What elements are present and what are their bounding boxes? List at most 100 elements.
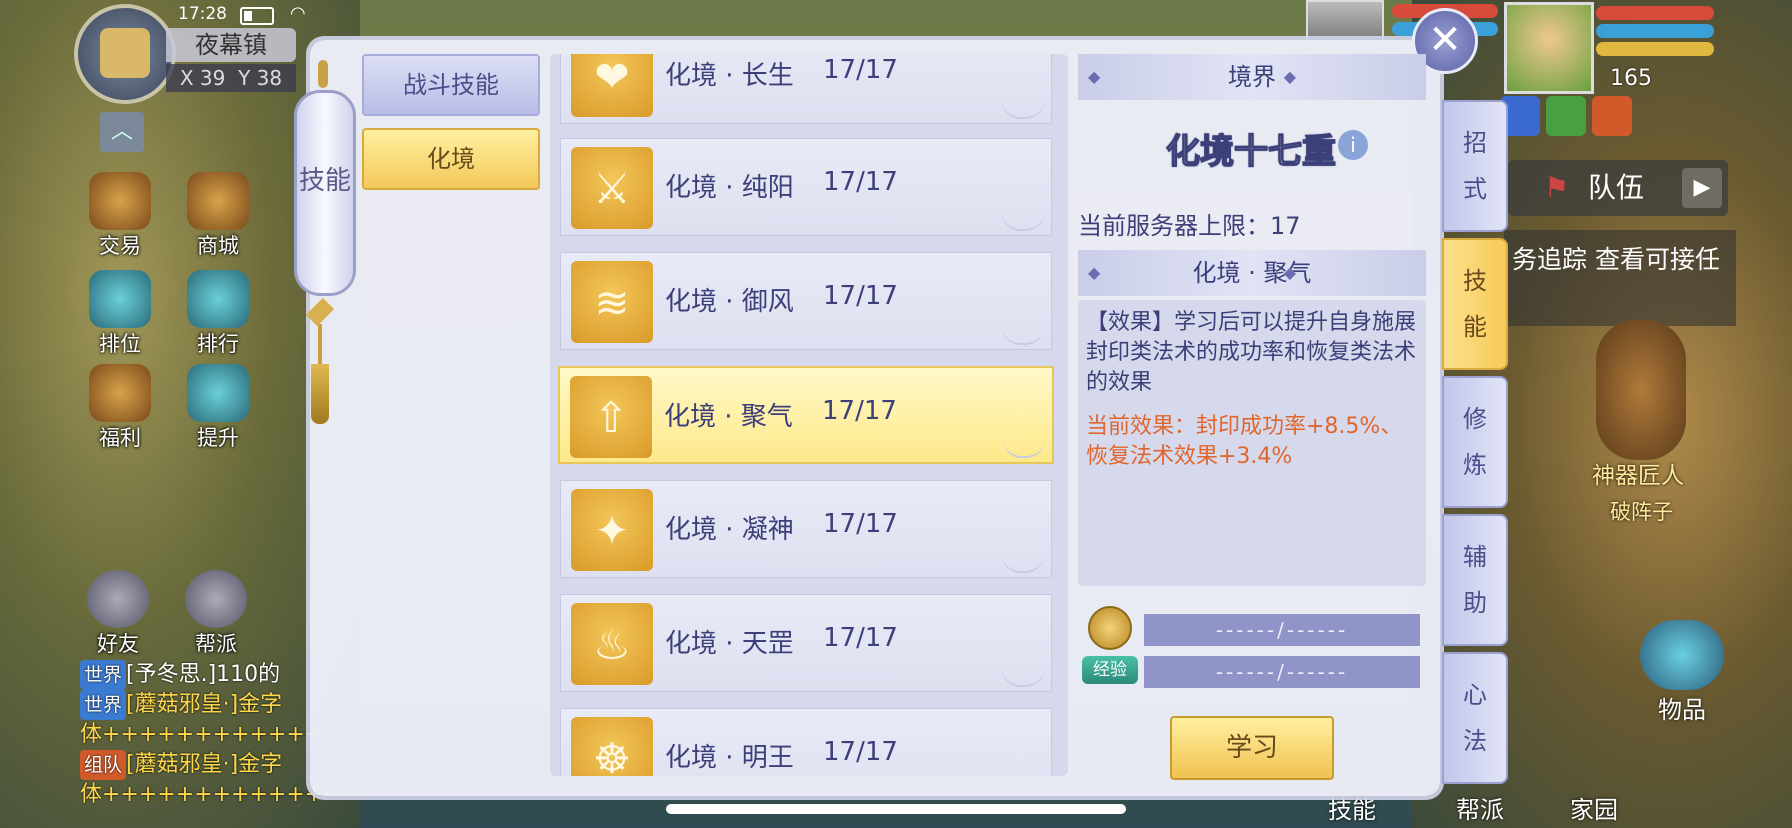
scroll-pin <box>318 60 328 88</box>
skill-name: 化境 · 长生 <box>665 61 794 91</box>
minimap-button[interactable] <box>74 4 176 104</box>
skill-row-yufeng[interactable]: ≋ 化境 · 御风 17/17 <box>560 252 1052 350</box>
skill-detail-pane: ◆ 境界 ◆ 化境十七重 i 当前服务器上限：17 ◆ 化境 · 聚气 ◆ 【效… <box>1076 54 1428 784</box>
coin-icon <box>1088 606 1132 650</box>
player-level: 165 <box>1610 66 1652 91</box>
leaderboard-label: 排行 <box>197 332 239 356</box>
home-indicator[interactable] <box>666 804 1126 814</box>
team-button[interactable]: ⚑ 队伍 ▶ <box>1508 160 1728 216</box>
npc-character[interactable] <box>1596 320 1686 460</box>
cloud-ornament <box>1001 209 1045 231</box>
collapse-up-button[interactable]: ︿ <box>100 112 144 152</box>
npc-title: 破阵子 <box>1610 500 1673 524</box>
skill-level: 17/17 <box>823 167 898 197</box>
diamond-icon: ◆ <box>1088 67 1101 86</box>
chat-line: 体+++++++++++++++++[申请入队] <box>80 780 330 810</box>
cloud-ornament <box>1001 97 1045 119</box>
tab-mind-method[interactable]: 心法 <box>1442 652 1508 784</box>
skill-name: 化境 · 纯阳 <box>665 173 794 203</box>
ranking-button[interactable]: 排位 <box>80 270 160 356</box>
diamond-icon: ◆ <box>1283 67 1296 86</box>
upgrade-icon <box>187 364 249 422</box>
battery-icon <box>240 7 274 25</box>
inventory-button[interactable]: 物品 <box>1632 620 1732 725</box>
spine-title: 技能 <box>298 166 351 196</box>
tassel-ornament <box>305 297 335 436</box>
chat-line: 体+++++++++++++++ <box>80 720 330 750</box>
cloud-ornament <box>1001 665 1045 687</box>
realm-header-label: 境界 <box>1228 63 1276 91</box>
chat-message: [蘑菇邪皇·]金字 <box>126 692 283 717</box>
server-cap: 当前服务器上限：17 <box>1078 212 1301 240</box>
coordinates: X 39 Y 38 <box>166 64 296 92</box>
player-avatar[interactable] <box>1504 2 1594 94</box>
skill-row-chunyang[interactable]: ⚔ 化境 · 纯阳 17/17 <box>560 138 1052 236</box>
player-mp-bar <box>1596 24 1714 38</box>
x-value: 39 <box>199 66 226 90</box>
tab-combat-skills[interactable]: 战斗技能 <box>362 54 540 116</box>
quest-tracker[interactable]: 务追踪 查看可接任 <box>1504 230 1736 326</box>
friends-label: 好友 <box>97 632 139 656</box>
guild-label: 帮派 <box>195 632 237 656</box>
trade-label: 交易 <box>99 234 141 258</box>
chat-box[interactable]: 世界[予冬思.]110的 世界[蘑菇邪皇·]金字 体++++++++++++++… <box>80 660 330 810</box>
skill-name: 化境 · 凝神 <box>665 515 794 545</box>
cloud-ornament <box>1001 323 1045 345</box>
scroll-spine: 技能 <box>294 90 356 296</box>
cloud-ornament <box>1002 436 1046 458</box>
coin-cost-row: ------/------ <box>1080 606 1432 650</box>
welfare-button[interactable]: 福利 <box>80 364 160 450</box>
tab-skills[interactable]: 技能 <box>1442 238 1508 370</box>
chat-channel-tag: 世界 <box>80 690 127 720</box>
chat-message: [予冬思.]110的 <box>126 662 281 687</box>
guild-voice-button[interactable]: 帮派 <box>176 570 256 656</box>
buff-list <box>1500 96 1638 140</box>
tab-huajing[interactable]: 化境 <box>362 128 540 190</box>
welfare-icon <box>89 364 151 422</box>
skill-name: 化境 · 明王 <box>665 743 794 773</box>
info-icon[interactable]: i <box>1338 130 1368 160</box>
bottom-menu-guild[interactable]: 帮派 <box>1456 790 1504 825</box>
exp-cost-row: 经验 ------/------ <box>1080 652 1432 688</box>
skill-name: 化境 · 天罡 <box>665 629 794 659</box>
y-label: Y <box>238 66 251 90</box>
buff-icon[interactable] <box>1546 96 1586 136</box>
trade-button[interactable]: 交易 <box>80 172 160 258</box>
current-effect: 当前效果：封印成功率+8.5%、恢复法术效果+3.4% <box>1086 414 1403 469</box>
learn-button[interactable]: 学习 <box>1170 716 1334 780</box>
chat-line: 组队 [蘑菇邪皇·]金字 <box>80 750 330 780</box>
upgrade-button[interactable]: 提升 <box>178 364 258 450</box>
realm-header: ◆ 境界 ◆ <box>1078 54 1426 100</box>
skill-description-box: 【效果】学习后可以提升自身施展封印类法术的成功率和恢复类法术的效果 当前效果：封… <box>1078 300 1426 586</box>
skill-row-mingwang[interactable]: ☸ 化境 · 明王 17/17 <box>560 708 1052 776</box>
microphone-icon <box>185 570 247 628</box>
tab-moves[interactable]: 招式 <box>1442 100 1508 232</box>
friends-icon <box>87 570 149 628</box>
realm-title: 化境十七重 <box>1165 131 1337 173</box>
trade-icon <box>89 172 151 230</box>
tab-auxiliary[interactable]: 辅助 <box>1442 514 1508 646</box>
buff-icon[interactable] <box>1592 96 1632 136</box>
friends-button[interactable]: 好友 <box>78 570 158 656</box>
shop-icon <box>187 172 249 230</box>
wisdom-king-icon: ☸ <box>571 717 653 776</box>
skill-row-changsheng[interactable]: ❤ 化境 · 长生 17/17 <box>560 54 1052 124</box>
shop-button[interactable]: 商城 <box>178 172 258 258</box>
skill-row-tiangang[interactable]: ♨ 化境 · 天罡 17/17 <box>560 594 1052 692</box>
chat-line: 世界 [蘑菇邪皇·]金字 <box>80 690 330 720</box>
leaderboard-button[interactable]: 排行 <box>178 270 258 356</box>
skill-row-juqi-selected[interactable]: ⇧ 化境 · 聚气 17/17 <box>558 366 1054 464</box>
heavenly-flame-icon: ♨ <box>571 603 653 685</box>
bottom-menu-home[interactable]: 家园 <box>1570 790 1618 825</box>
npc-name: 神器匠人 <box>1592 463 1684 489</box>
player-hp-bar <box>1596 6 1714 20</box>
skill-description: 【效果】学习后可以提升自身施展封印类法术的成功率和恢复类法术的效果 <box>1086 310 1417 395</box>
chat-channel-tag: 世界 <box>80 660 127 690</box>
play-arrow-icon[interactable]: ▶ <box>1682 168 1722 208</box>
wind-rider-icon: ≋ <box>571 261 653 343</box>
chat-message: [蘑菇邪皇·]金字 <box>126 752 283 777</box>
skill-level: 17/17 <box>823 623 898 653</box>
skill-list[interactable]: ❤ 化境 · 长生 17/17 ⚔ 化境 · 纯阳 17/17 ≋ 化境 · 御… <box>550 54 1068 776</box>
tab-cultivation[interactable]: 修炼 <box>1442 376 1508 508</box>
skill-row-ningshen[interactable]: ✦ 化境 · 凝神 17/17 <box>560 480 1052 578</box>
